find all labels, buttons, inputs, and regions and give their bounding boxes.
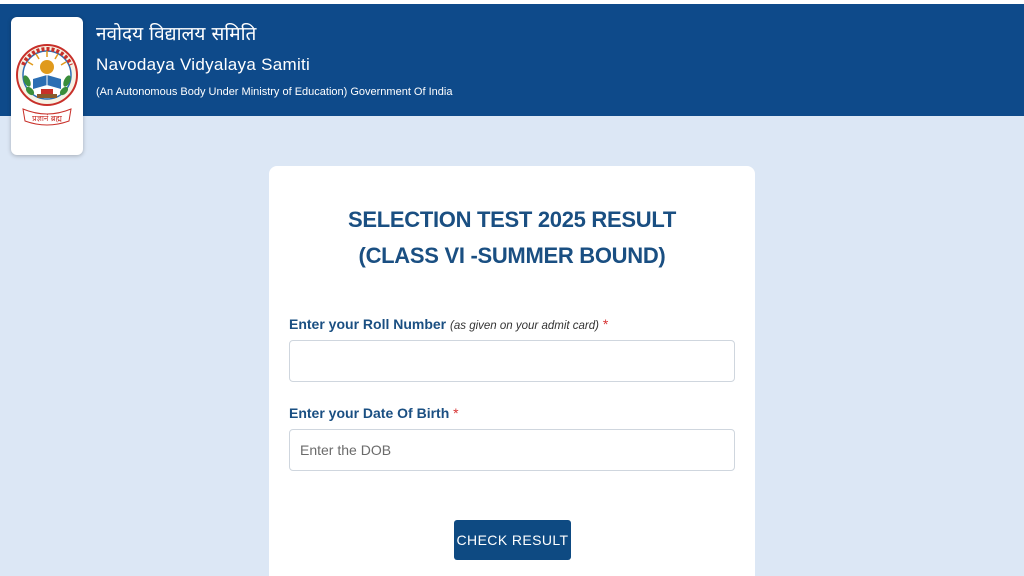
roll-number-input[interactable] bbox=[289, 340, 735, 382]
header-title-english: Navodaya Vidyalaya Samiti bbox=[96, 55, 311, 74]
header-title-hindi: नवोदय विद्यालय समिति bbox=[96, 23, 257, 45]
required-mark: * bbox=[453, 405, 459, 421]
dob-label: Enter your Date Of Birth * bbox=[289, 405, 459, 421]
form-title-line2: (CLASS VI -SUMMER BOUND) bbox=[358, 243, 666, 268]
form-title: SELECTION TEST 2025 RESULT (CLASS VI -SU… bbox=[269, 202, 755, 274]
result-form-card: SELECTION TEST 2025 RESULT (CLASS VI -SU… bbox=[269, 166, 755, 576]
check-result-button[interactable]: CHECK RESULT bbox=[454, 520, 571, 560]
roll-number-label: Enter your Roll Number (as given on your… bbox=[289, 316, 608, 332]
form-title-line1: SELECTION TEST 2025 RESULT bbox=[348, 207, 676, 232]
site-header: नवोदय विद्यालय समिति Navodaya Vidyalaya … bbox=[0, 4, 1024, 116]
header-subtitle: (An Autonomous Body Under Ministry of Ed… bbox=[96, 86, 453, 98]
dob-label-text: Enter your Date Of Birth bbox=[289, 405, 450, 421]
required-mark: * bbox=[602, 316, 609, 332]
roll-number-hint: (as given on your admit card) bbox=[450, 320, 599, 332]
dob-input[interactable] bbox=[289, 429, 735, 471]
logo-motto: प्रज्ञानं ब्रह्म bbox=[32, 114, 62, 123]
roll-number-label-text: Enter your Roll Number bbox=[289, 316, 447, 332]
nvs-emblem-icon[interactable]: प्रज्ञानं ब्रह्म bbox=[11, 17, 83, 155]
